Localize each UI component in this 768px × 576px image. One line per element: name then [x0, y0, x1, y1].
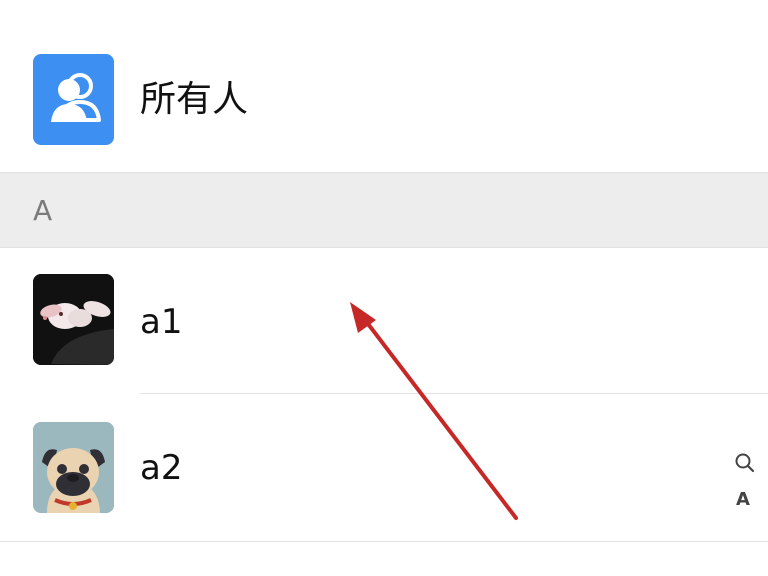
section-header-a: A — [0, 172, 768, 248]
index-letter-a[interactable]: A — [736, 488, 750, 512]
row-divider — [0, 541, 768, 542]
section-letter: A — [33, 194, 53, 227]
contact-list-screen: 所有人 A a1 a2 A — [0, 0, 768, 576]
contact-row-a2[interactable]: a2 — [0, 394, 768, 541]
rabbit-avatar — [33, 274, 114, 365]
contact-row-a1[interactable]: a1 — [0, 248, 768, 394]
group-icon — [33, 54, 114, 145]
contact-name: a2 — [140, 448, 183, 488]
everyone-row[interactable]: 所有人 — [0, 0, 768, 172]
everyone-label: 所有人 — [140, 79, 249, 120]
search-icon[interactable] — [734, 452, 756, 474]
contact-name: a1 — [140, 302, 183, 342]
alphabet-index-bar[interactable]: A — [732, 448, 756, 518]
pug-avatar — [33, 422, 114, 513]
